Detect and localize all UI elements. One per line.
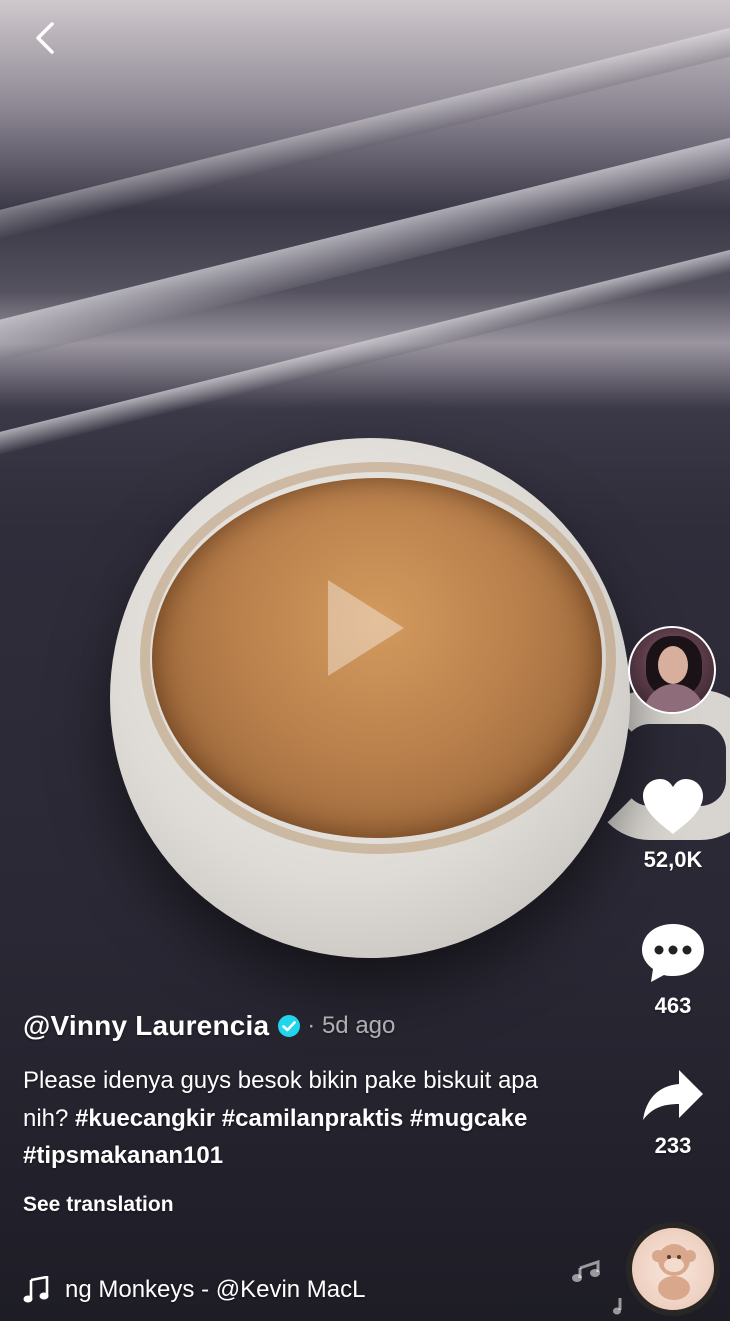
like-button[interactable]: 52,0K: [628, 776, 718, 873]
hashtag-link[interactable]: #camilanpraktis: [222, 1105, 403, 1132]
hashtag-link[interactable]: #mugcake: [410, 1105, 527, 1132]
music-title: ng Monkeys - @Kevin MacL: [65, 1276, 366, 1303]
chevron-left-icon[interactable]: [26, 18, 66, 58]
author-row: @Vinny Laurencia · 5d ago: [23, 1006, 583, 1046]
post-caption: @Vinny Laurencia · 5d ago Please idenya …: [23, 1006, 583, 1217]
comment-bubble-icon: [642, 924, 704, 982]
heart-icon: [643, 779, 703, 834]
share-count: 233: [654, 1133, 692, 1158]
like-count: 52,0K: [643, 847, 703, 872]
monkey-icon: [652, 1244, 696, 1300]
post-description: Please idenya guys besok bikin pake bisk…: [23, 1062, 583, 1175]
floating-music-notes-icon: [572, 1259, 622, 1315]
share-button[interactable]: 233: [628, 1066, 718, 1159]
music-disc[interactable]: [626, 1222, 720, 1316]
comment-count: 463: [654, 993, 692, 1018]
post-time: · 5d ago: [307, 1012, 396, 1039]
see-translation-link[interactable]: See translation: [23, 1193, 583, 1217]
music-note-icon: [23, 1276, 49, 1303]
hashtag-link[interactable]: #tipsmakanan101: [23, 1142, 223, 1169]
music-info[interactable]: ng Monkeys - @Kevin MacL: [23, 1276, 403, 1304]
verified-badge-icon: [278, 1015, 301, 1037]
comment-button[interactable]: 463: [628, 920, 718, 1019]
avatar-face: [658, 646, 688, 684]
hashtag-link[interactable]: #kuecangkir: [75, 1105, 215, 1132]
username[interactable]: @Vinny Laurencia: [23, 1010, 269, 1042]
play-icon[interactable]: [328, 580, 404, 676]
creator-avatar[interactable]: [628, 626, 716, 714]
share-arrow-icon: [643, 1070, 703, 1120]
